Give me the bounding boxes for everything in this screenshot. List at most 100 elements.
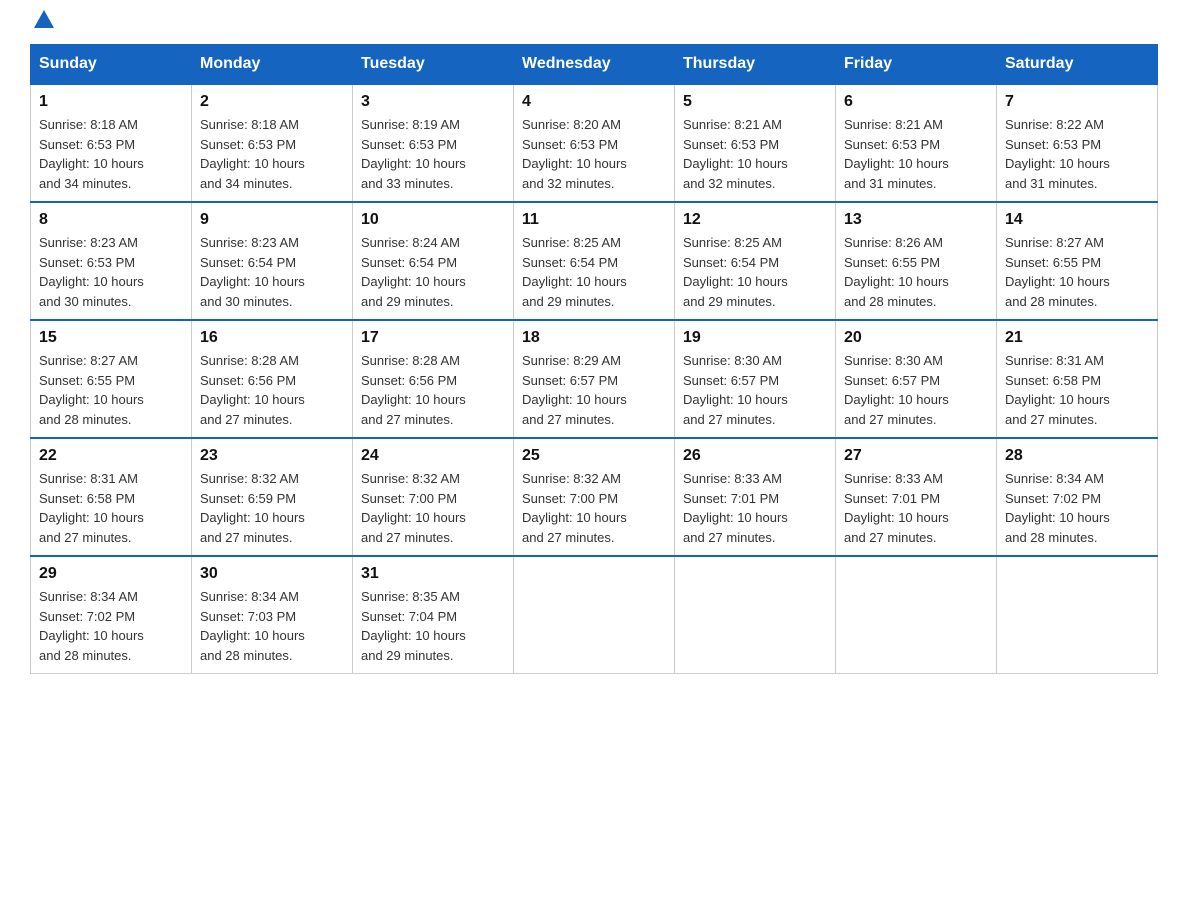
- calendar-day-cell: [997, 556, 1158, 674]
- day-number: 19: [683, 329, 827, 347]
- calendar-week-row: 22 Sunrise: 8:31 AMSunset: 6:58 PMDaylig…: [31, 438, 1158, 556]
- calendar-day-cell: 26 Sunrise: 8:33 AMSunset: 7:01 PMDaylig…: [675, 438, 836, 556]
- page-header: [30, 20, 1158, 24]
- day-number: 7: [1005, 93, 1149, 111]
- day-number: 15: [39, 329, 183, 347]
- calendar-header: SundayMondayTuesdayWednesdayThursdayFrid…: [31, 45, 1158, 85]
- day-info: Sunrise: 8:34 AMSunset: 7:03 PMDaylight:…: [200, 587, 344, 665]
- calendar-day-cell: 8 Sunrise: 8:23 AMSunset: 6:53 PMDayligh…: [31, 202, 192, 320]
- day-number: 22: [39, 447, 183, 465]
- day-info: Sunrise: 8:30 AMSunset: 6:57 PMDaylight:…: [683, 351, 827, 429]
- day-number: 17: [361, 329, 505, 347]
- day-number: 10: [361, 211, 505, 229]
- day-info: Sunrise: 8:20 AMSunset: 6:53 PMDaylight:…: [522, 115, 666, 193]
- calendar-header-cell: Sunday: [31, 45, 192, 85]
- day-info: Sunrise: 8:27 AMSunset: 6:55 PMDaylight:…: [39, 351, 183, 429]
- calendar-day-cell: 5 Sunrise: 8:21 AMSunset: 6:53 PMDayligh…: [675, 84, 836, 202]
- day-info: Sunrise: 8:28 AMSunset: 6:56 PMDaylight:…: [200, 351, 344, 429]
- calendar-day-cell: 29 Sunrise: 8:34 AMSunset: 7:02 PMDaylig…: [31, 556, 192, 674]
- calendar-day-cell: 19 Sunrise: 8:30 AMSunset: 6:57 PMDaylig…: [675, 320, 836, 438]
- calendar-day-cell: 11 Sunrise: 8:25 AMSunset: 6:54 PMDaylig…: [514, 202, 675, 320]
- calendar-day-cell: 31 Sunrise: 8:35 AMSunset: 7:04 PMDaylig…: [353, 556, 514, 674]
- logo: [30, 20, 54, 22]
- day-number: 28: [1005, 447, 1149, 465]
- day-number: 23: [200, 447, 344, 465]
- calendar-day-cell: 21 Sunrise: 8:31 AMSunset: 6:58 PMDaylig…: [997, 320, 1158, 438]
- calendar-day-cell: 4 Sunrise: 8:20 AMSunset: 6:53 PMDayligh…: [514, 84, 675, 202]
- calendar-day-cell: 17 Sunrise: 8:28 AMSunset: 6:56 PMDaylig…: [353, 320, 514, 438]
- calendar-day-cell: 16 Sunrise: 8:28 AMSunset: 6:56 PMDaylig…: [192, 320, 353, 438]
- day-info: Sunrise: 8:32 AMSunset: 7:00 PMDaylight:…: [522, 469, 666, 547]
- calendar-day-cell: 15 Sunrise: 8:27 AMSunset: 6:55 PMDaylig…: [31, 320, 192, 438]
- calendar-header-cell: Tuesday: [353, 45, 514, 85]
- day-info: Sunrise: 8:24 AMSunset: 6:54 PMDaylight:…: [361, 233, 505, 311]
- day-info: Sunrise: 8:30 AMSunset: 6:57 PMDaylight:…: [844, 351, 988, 429]
- day-info: Sunrise: 8:25 AMSunset: 6:54 PMDaylight:…: [522, 233, 666, 311]
- day-info: Sunrise: 8:21 AMSunset: 6:53 PMDaylight:…: [844, 115, 988, 193]
- day-info: Sunrise: 8:34 AMSunset: 7:02 PMDaylight:…: [39, 587, 183, 665]
- calendar-day-cell: 23 Sunrise: 8:32 AMSunset: 6:59 PMDaylig…: [192, 438, 353, 556]
- calendar-week-row: 29 Sunrise: 8:34 AMSunset: 7:02 PMDaylig…: [31, 556, 1158, 674]
- day-number: 31: [361, 565, 505, 583]
- day-info: Sunrise: 8:19 AMSunset: 6:53 PMDaylight:…: [361, 115, 505, 193]
- day-number: 24: [361, 447, 505, 465]
- day-info: Sunrise: 8:29 AMSunset: 6:57 PMDaylight:…: [522, 351, 666, 429]
- day-info: Sunrise: 8:25 AMSunset: 6:54 PMDaylight:…: [683, 233, 827, 311]
- day-info: Sunrise: 8:35 AMSunset: 7:04 PMDaylight:…: [361, 587, 505, 665]
- day-info: Sunrise: 8:23 AMSunset: 6:53 PMDaylight:…: [39, 233, 183, 311]
- day-number: 30: [200, 565, 344, 583]
- day-number: 11: [522, 211, 666, 229]
- day-number: 3: [361, 93, 505, 111]
- logo-wordmark: [30, 20, 54, 22]
- day-number: 25: [522, 447, 666, 465]
- calendar-day-cell: 18 Sunrise: 8:29 AMSunset: 6:57 PMDaylig…: [514, 320, 675, 438]
- day-number: 21: [1005, 329, 1149, 347]
- calendar-day-cell: 27 Sunrise: 8:33 AMSunset: 7:01 PMDaylig…: [836, 438, 997, 556]
- calendar-day-cell: 13 Sunrise: 8:26 AMSunset: 6:55 PMDaylig…: [836, 202, 997, 320]
- day-number: 5: [683, 93, 827, 111]
- calendar-day-cell: 30 Sunrise: 8:34 AMSunset: 7:03 PMDaylig…: [192, 556, 353, 674]
- day-number: 13: [844, 211, 988, 229]
- day-number: 2: [200, 93, 344, 111]
- calendar-day-cell: 6 Sunrise: 8:21 AMSunset: 6:53 PMDayligh…: [836, 84, 997, 202]
- day-info: Sunrise: 8:27 AMSunset: 6:55 PMDaylight:…: [1005, 233, 1149, 311]
- calendar-day-cell: 28 Sunrise: 8:34 AMSunset: 7:02 PMDaylig…: [997, 438, 1158, 556]
- day-info: Sunrise: 8:31 AMSunset: 6:58 PMDaylight:…: [39, 469, 183, 547]
- calendar-day-cell: [675, 556, 836, 674]
- calendar-day-cell: 1 Sunrise: 8:18 AMSunset: 6:53 PMDayligh…: [31, 84, 192, 202]
- calendar-header-cell: Monday: [192, 45, 353, 85]
- day-info: Sunrise: 8:34 AMSunset: 7:02 PMDaylight:…: [1005, 469, 1149, 547]
- day-info: Sunrise: 8:22 AMSunset: 6:53 PMDaylight:…: [1005, 115, 1149, 193]
- day-number: 6: [844, 93, 988, 111]
- day-number: 12: [683, 211, 827, 229]
- calendar-day-cell: 10 Sunrise: 8:24 AMSunset: 6:54 PMDaylig…: [353, 202, 514, 320]
- calendar-day-cell: 20 Sunrise: 8:30 AMSunset: 6:57 PMDaylig…: [836, 320, 997, 438]
- day-number: 18: [522, 329, 666, 347]
- calendar-week-row: 15 Sunrise: 8:27 AMSunset: 6:55 PMDaylig…: [31, 320, 1158, 438]
- day-number: 9: [200, 211, 344, 229]
- day-info: Sunrise: 8:33 AMSunset: 7:01 PMDaylight:…: [844, 469, 988, 547]
- calendar-day-cell: 12 Sunrise: 8:25 AMSunset: 6:54 PMDaylig…: [675, 202, 836, 320]
- day-number: 14: [1005, 211, 1149, 229]
- day-info: Sunrise: 8:33 AMSunset: 7:01 PMDaylight:…: [683, 469, 827, 547]
- calendar-day-cell: 9 Sunrise: 8:23 AMSunset: 6:54 PMDayligh…: [192, 202, 353, 320]
- day-number: 20: [844, 329, 988, 347]
- calendar-day-cell: [514, 556, 675, 674]
- day-number: 26: [683, 447, 827, 465]
- day-info: Sunrise: 8:18 AMSunset: 6:53 PMDaylight:…: [200, 115, 344, 193]
- header-row: SundayMondayTuesdayWednesdayThursdayFrid…: [31, 45, 1158, 85]
- day-number: 27: [844, 447, 988, 465]
- day-number: 16: [200, 329, 344, 347]
- calendar-header-cell: Saturday: [997, 45, 1158, 85]
- day-number: 1: [39, 93, 183, 111]
- day-info: Sunrise: 8:21 AMSunset: 6:53 PMDaylight:…: [683, 115, 827, 193]
- calendar-body: 1 Sunrise: 8:18 AMSunset: 6:53 PMDayligh…: [31, 84, 1158, 674]
- calendar-table: SundayMondayTuesdayWednesdayThursdayFrid…: [30, 44, 1158, 674]
- calendar-header-cell: Thursday: [675, 45, 836, 85]
- day-info: Sunrise: 8:32 AMSunset: 7:00 PMDaylight:…: [361, 469, 505, 547]
- calendar-day-cell: 2 Sunrise: 8:18 AMSunset: 6:53 PMDayligh…: [192, 84, 353, 202]
- day-info: Sunrise: 8:23 AMSunset: 6:54 PMDaylight:…: [200, 233, 344, 311]
- calendar-day-cell: 14 Sunrise: 8:27 AMSunset: 6:55 PMDaylig…: [997, 202, 1158, 320]
- day-info: Sunrise: 8:28 AMSunset: 6:56 PMDaylight:…: [361, 351, 505, 429]
- day-info: Sunrise: 8:32 AMSunset: 6:59 PMDaylight:…: [200, 469, 344, 547]
